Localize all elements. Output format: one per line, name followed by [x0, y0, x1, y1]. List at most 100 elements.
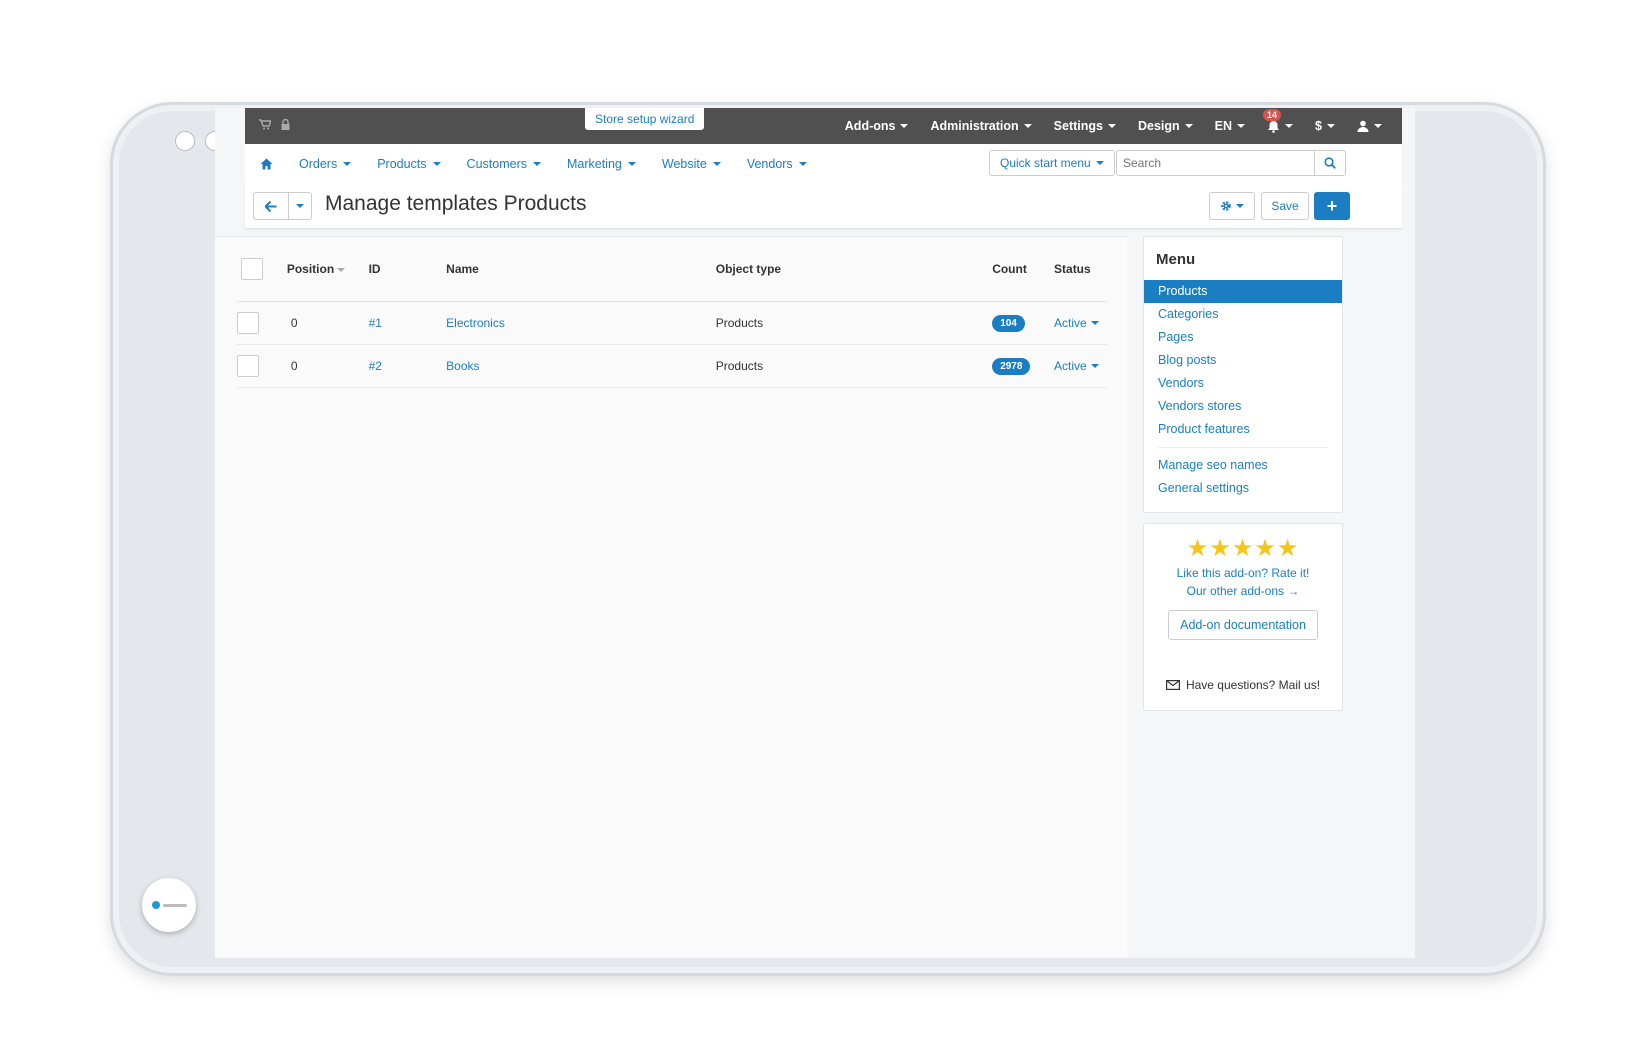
header-name: Name [446, 237, 716, 302]
search-box [1116, 150, 1346, 176]
chevron-down-icon [1090, 364, 1099, 368]
row-object-type: Products [715, 301, 993, 345]
menu-addons[interactable]: Add-ons [845, 119, 909, 133]
sidebar-item-vendors[interactable]: Vendors [1144, 372, 1342, 395]
currency-button[interactable]: $ [1315, 119, 1335, 133]
sidebar-item-general-settings[interactable]: General settings [1144, 477, 1342, 500]
row-object-type: Products [715, 344, 993, 388]
menu-design[interactable]: Design [1138, 119, 1193, 133]
menu-administration-label: Administration [930, 119, 1019, 133]
row-checkbox-cell [237, 301, 287, 345]
main-navbar: Orders Products Customers Marketing Webs… [245, 144, 1402, 185]
search-input[interactable] [1117, 151, 1314, 175]
currency-label: $ [1315, 119, 1322, 133]
header-position[interactable]: Position [286, 237, 369, 302]
sidebar-item-manage-seo-names[interactable]: Manage seo names [1144, 454, 1342, 477]
cart-icon[interactable] [259, 119, 271, 130]
row-checkbox[interactable] [237, 312, 259, 334]
user-menu-button[interactable] [1357, 120, 1382, 132]
row-name-link[interactable]: Electronics [446, 301, 716, 345]
page-titlebar: Manage templates Products Save + [245, 184, 1402, 229]
nav-products[interactable]: Products [377, 157, 441, 171]
search-button[interactable] [1313, 151, 1345, 175]
sidebar-item-categories[interactable]: Categories [1144, 303, 1342, 326]
chevron-down-icon [627, 162, 636, 166]
count-badge: 104 [992, 314, 1025, 332]
status-dropdown[interactable]: Active [1054, 359, 1099, 373]
rating-stars[interactable]: ★★★★★ [1144, 536, 1342, 562]
sidebar-item-pages[interactable]: Pages [1144, 326, 1342, 349]
nav-customers-label: Customers [466, 157, 527, 171]
row-checkbox-cell [237, 344, 287, 388]
topbar-menu: Add-ons Administration Settings Design E… [845, 108, 1382, 144]
add-button[interactable]: + [1314, 192, 1350, 220]
row-id-link[interactable]: #1 [368, 301, 447, 345]
count-badge: 2978 [992, 357, 1031, 375]
header-id: ID [368, 237, 447, 302]
lock-icon[interactable] [281, 119, 290, 130]
select-all-checkbox[interactable] [241, 258, 263, 280]
chevron-down-icon [1095, 161, 1104, 165]
rate-addon-link[interactable]: Like this add-on? Rate it! [1144, 566, 1342, 580]
save-button[interactable]: Save [1261, 192, 1309, 220]
nav-orders[interactable]: Orders [299, 157, 352, 171]
nav-website[interactable]: Website [662, 157, 721, 171]
row-id-link[interactable]: #2 [368, 344, 447, 388]
nav-vendors-label: Vendors [746, 157, 793, 171]
menu-administration[interactable]: Administration [930, 119, 1032, 133]
chevron-down-icon [1184, 124, 1193, 128]
main-content: Position ID Name Object type Count Statu… [215, 236, 1127, 958]
arrow-left-icon [265, 200, 277, 212]
status-label: Active [1054, 359, 1087, 373]
nav-marketing[interactable]: Marketing [567, 157, 636, 171]
home-button[interactable] [142, 878, 196, 932]
nav-menu: Orders Products Customers Marketing Webs… [260, 144, 807, 184]
addon-documentation-button[interactable]: Add-on documentation [1168, 610, 1318, 640]
store-setup-wizard[interactable]: Store setup wizard [585, 108, 705, 130]
user-icon [1357, 120, 1369, 132]
sidebar: Menu Products Categories Pages Blog post… [1143, 236, 1343, 711]
store-logo [151, 901, 187, 909]
notifications-button[interactable]: 14 [1263, 108, 1294, 133]
row-checkbox[interactable] [237, 355, 259, 377]
row-position: 0 [286, 301, 369, 345]
mail-us-link[interactable]: Have questions? Mail us! [1144, 678, 1342, 692]
menu-design-label: Design [1137, 119, 1180, 133]
page-title: Manage templates Products [325, 192, 587, 215]
rate-addon-box: ★★★★★ Like this add-on? Rate it! Our oth… [1143, 523, 1343, 711]
header-object-type: Object type [715, 237, 993, 302]
header-select-all [237, 237, 287, 302]
menu-language[interactable]: EN [1214, 119, 1246, 133]
envelope-icon [1165, 680, 1180, 690]
sort-icon [337, 267, 346, 272]
menu-language-label: EN [1214, 119, 1233, 133]
sidebar-item-blog-posts[interactable]: Blog posts [1144, 349, 1342, 372]
logo-mark [151, 901, 160, 909]
sidebar-divider [1158, 447, 1328, 448]
logo-text [162, 903, 187, 907]
quick-start-menu-button[interactable]: Quick start menu [989, 150, 1115, 176]
nav-products-label: Products [377, 157, 427, 171]
settings-dropdown-button[interactable] [1209, 192, 1255, 220]
chevron-down-icon [712, 162, 721, 166]
sidebar-item-product-features[interactable]: Product features [1144, 418, 1342, 441]
chevron-down-icon [1107, 124, 1116, 128]
back-button[interactable] [254, 193, 289, 219]
menu-settings[interactable]: Settings [1054, 119, 1116, 133]
nav-vendors[interactable]: Vendors [747, 157, 807, 171]
row-status-cell: Active [1054, 301, 1107, 345]
home-icon[interactable] [260, 158, 273, 170]
status-dropdown[interactable]: Active [1054, 316, 1099, 330]
chevron-down-icon [1236, 204, 1244, 208]
back-dropdown-button[interactable] [289, 193, 311, 219]
chevron-down-icon [532, 162, 541, 166]
row-count-cell: 2978 [992, 344, 1055, 388]
sidebar-item-vendors-stores[interactable]: Vendors stores [1144, 395, 1342, 418]
nav-customers[interactable]: Customers [467, 157, 541, 171]
other-addons-link[interactable]: Our other add-ons → [1144, 584, 1342, 598]
admin-topbar: Store setup wizard Add-ons Administratio… [245, 108, 1402, 144]
sidebar-item-products[interactable]: Products [1144, 280, 1342, 303]
row-name-link[interactable]: Books [446, 344, 716, 388]
sidebar-menu: Menu Products Categories Pages Blog post… [1143, 236, 1343, 513]
status-label: Active [1054, 316, 1087, 330]
